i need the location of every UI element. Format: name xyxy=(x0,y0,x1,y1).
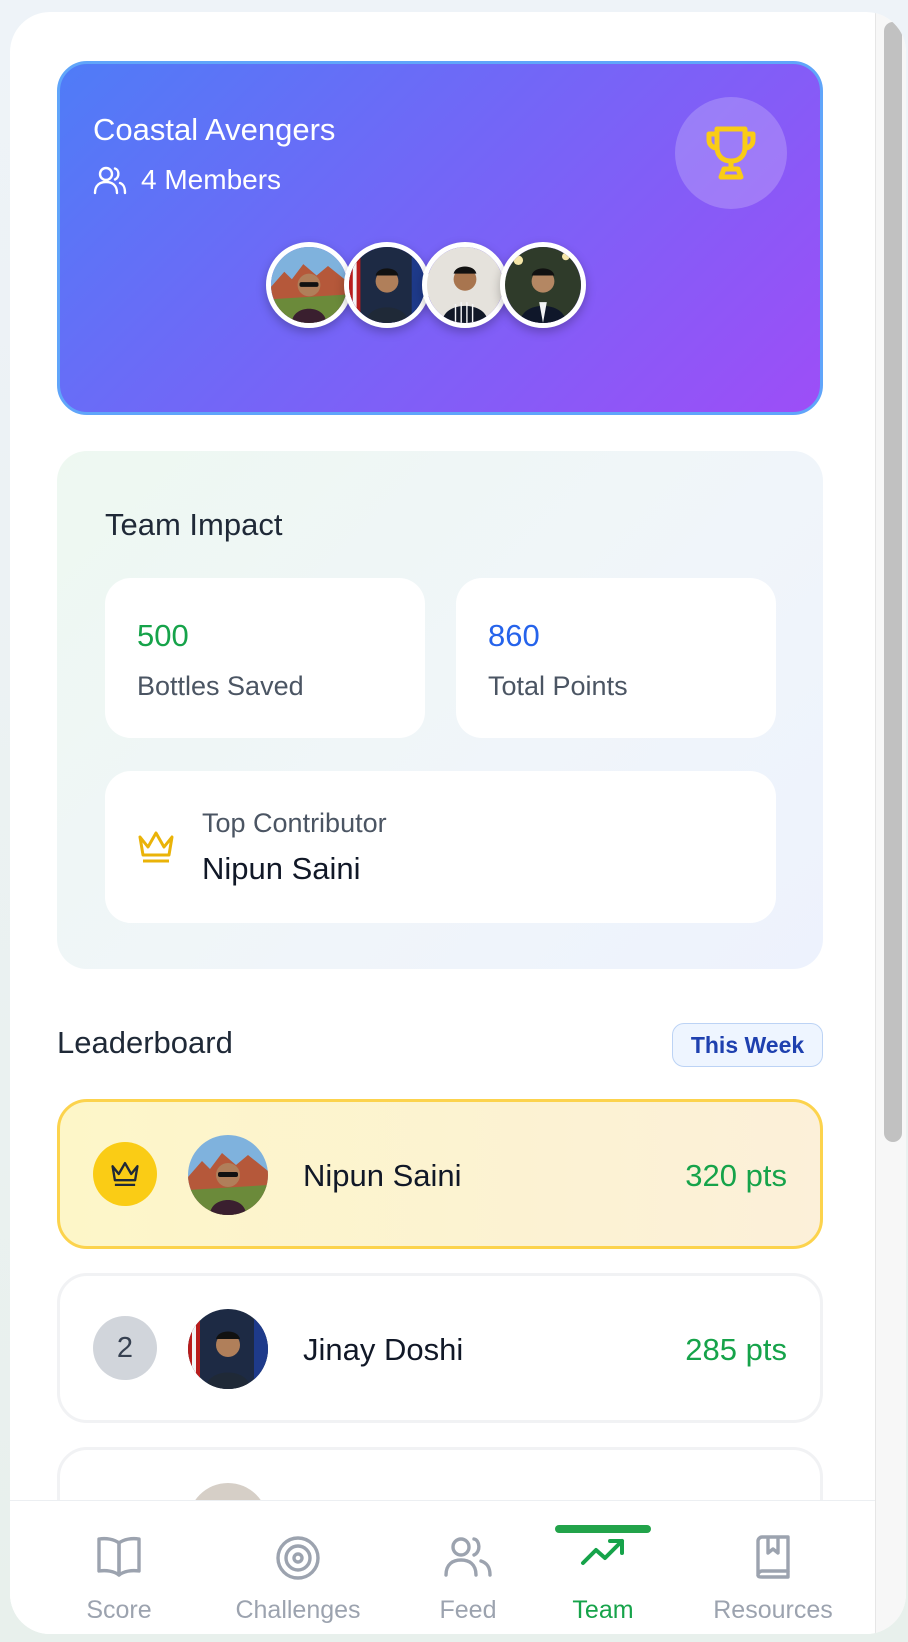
top-contributor: Top Contributor Nipun Saini xyxy=(105,771,776,923)
nav-label: Challenges xyxy=(235,1596,361,1624)
member-name: Jinay Doshi xyxy=(303,1332,464,1367)
avatar-photo-suit xyxy=(505,247,581,323)
nav-resources[interactable]: Resources xyxy=(698,1501,848,1634)
nav-feed[interactable]: Feed xyxy=(413,1501,523,1634)
scrollbar-thumb[interactable] xyxy=(884,22,902,1142)
top-contributor-label: Top Contributor xyxy=(202,808,387,838)
leaderboard-title: Leaderboard xyxy=(57,1025,233,1060)
avatar xyxy=(188,1135,268,1215)
crown-icon xyxy=(111,1161,139,1187)
member-avatars xyxy=(60,242,820,334)
nav-label: Team xyxy=(572,1596,634,1624)
member-points: 320 pts xyxy=(685,1158,787,1193)
crown-icon xyxy=(138,831,174,863)
team-impact-card: Team Impact 500 Bottles Saved 860 Total … xyxy=(57,451,823,969)
book-open-icon xyxy=(97,1536,141,1577)
app-window: Coastal Avengers 4 Members Team Impact 5… xyxy=(10,12,906,1634)
nav-label: Resources xyxy=(713,1596,833,1624)
avatar xyxy=(188,1309,268,1389)
trophy-badge xyxy=(675,97,787,209)
bookmark-book-icon xyxy=(756,1535,790,1579)
target-icon xyxy=(276,1536,320,1580)
avatar[interactable] xyxy=(266,242,352,328)
avatar[interactable] xyxy=(344,242,430,328)
bottles-label: Bottles Saved xyxy=(137,671,304,701)
trending-up-icon xyxy=(581,1539,624,1565)
members-label: 4 Members xyxy=(141,164,282,195)
avatar[interactable] xyxy=(422,242,508,328)
nav-label: Score xyxy=(86,1596,152,1624)
member-points: 285 pts xyxy=(685,1332,787,1367)
avatar-photo-flags xyxy=(188,1309,268,1389)
users-icon xyxy=(93,166,127,195)
users-icon xyxy=(444,1537,492,1577)
nav-score[interactable]: Score xyxy=(64,1501,174,1634)
bottles-saved-stat: 500 Bottles Saved xyxy=(105,578,425,738)
avatar-photo-flags xyxy=(349,247,425,323)
member-name: Nipun Saini xyxy=(303,1158,462,1193)
bottles-value: 500 xyxy=(137,618,189,653)
rank-badge: 2 xyxy=(93,1316,157,1380)
points-label: Total Points xyxy=(488,671,628,701)
team-name: Coastal Avengers xyxy=(93,112,336,147)
avatar-photo-stripes xyxy=(427,247,503,323)
team-card[interactable]: Coastal Avengers 4 Members xyxy=(57,61,823,415)
avatar[interactable] xyxy=(500,242,586,328)
top-contributor-name: Nipun Saini xyxy=(202,851,361,886)
trophy-icon xyxy=(706,126,756,180)
nav-team[interactable]: Team xyxy=(548,1501,658,1634)
leaderboard-row[interactable]: Nipun Saini 320 pts xyxy=(57,1099,823,1249)
period-badge[interactable]: This Week xyxy=(672,1023,823,1067)
nav-label: Feed xyxy=(439,1596,497,1624)
points-value: 860 xyxy=(488,618,540,653)
rank-crown-badge xyxy=(93,1142,157,1206)
nav-challenges[interactable]: Challenges xyxy=(218,1501,378,1634)
total-points-stat: 860 Total Points xyxy=(456,578,776,738)
impact-title: Team Impact xyxy=(105,507,283,542)
avatar-photo-desert xyxy=(188,1135,268,1215)
bottom-nav: Score Challenges Feed Team Resources xyxy=(10,1500,876,1634)
scrollbar[interactable] xyxy=(875,12,906,1634)
members-count: 4 Members xyxy=(93,164,281,196)
leaderboard-row[interactable]: 2 Jinay Doshi 285 pts xyxy=(57,1273,823,1423)
avatar-photo-desert xyxy=(271,247,347,323)
